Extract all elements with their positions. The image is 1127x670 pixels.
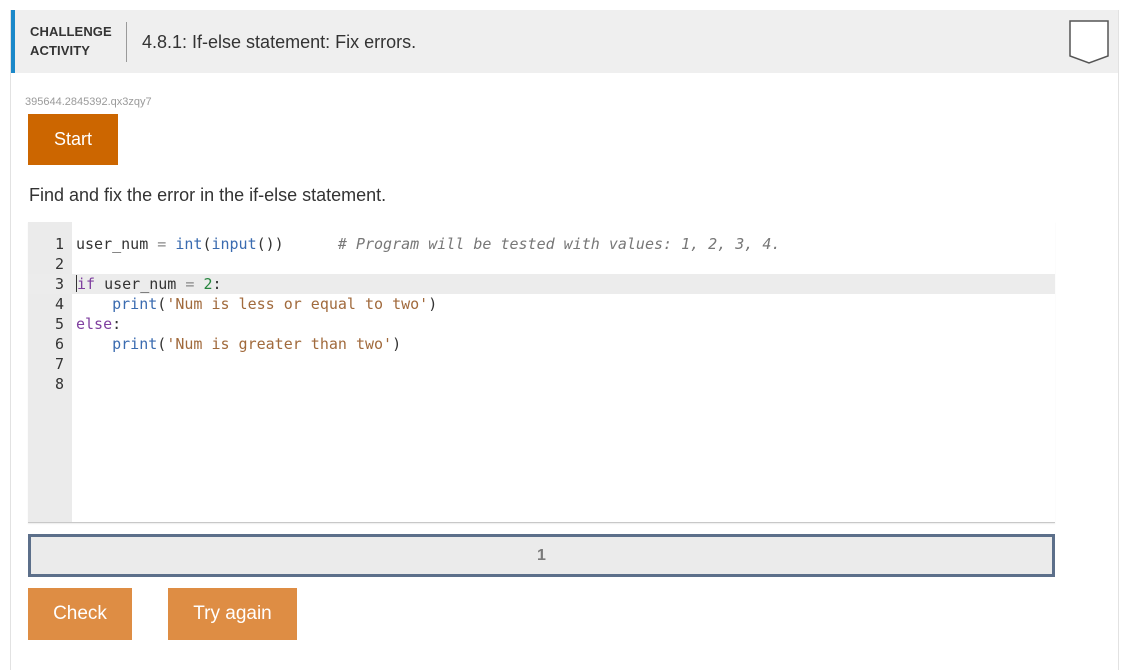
line-number: 7 (54, 355, 64, 373)
code-text[interactable]: print('Num is greater than two') (76, 334, 401, 354)
code-token: : (112, 315, 122, 333)
code-token: ) (428, 295, 438, 313)
code-token: : (212, 275, 222, 293)
code-token: ()) (256, 235, 284, 253)
check-button[interactable]: Check (28, 588, 132, 640)
line-number: 6 (54, 335, 64, 353)
code-line[interactable]: 7 (28, 354, 1055, 374)
code-token: 'Num is less or equal to two' (166, 295, 429, 313)
line-number: 5 (54, 315, 64, 333)
code-editor[interactable]: 1 user_num = int(input()) # Program will … (28, 222, 1055, 523)
line-number: 1 (54, 235, 64, 253)
code-token: ) (392, 335, 402, 353)
code-text[interactable]: print('Num is less or equal to two') (76, 294, 437, 314)
code-line[interactable]: 6 print('Num is greater than two') (28, 334, 1055, 354)
line-number: 8 (54, 375, 64, 393)
code-token: 'Num is greater than two' (166, 335, 393, 353)
code-token: int (175, 235, 203, 253)
code-text[interactable]: if user_num = 2: (76, 274, 222, 294)
code-token: user_num (76, 235, 158, 253)
start-button[interactable]: Start (28, 114, 118, 165)
activity-header: CHALLENGE ACTIVITY 4.8.1: If-else statem… (11, 10, 1118, 73)
activity-id: 395644.2845392.qx3zqy7 (25, 96, 152, 108)
code-token: = (157, 235, 167, 253)
activity-type-line1: CHALLENGE (30, 24, 112, 39)
code-token: print (112, 335, 158, 353)
try-again-button[interactable]: Try again (168, 588, 297, 640)
activity-type-line2: ACTIVITY (30, 43, 91, 58)
code-token: user_num (95, 275, 186, 293)
code-line[interactable]: 2 (28, 254, 1055, 274)
activity-title: 4.8.1: If-else statement: Fix errors. (142, 32, 417, 52)
code-text[interactable]: else: (76, 314, 121, 334)
challenge-activity-card: CHALLENGE ACTIVITY 4.8.1: If-else statem… (10, 10, 1119, 670)
code-line[interactable]: 5 else: (28, 314, 1055, 334)
instructions-text: Find and fix the error in the if-else st… (29, 185, 387, 205)
code-lines[interactable]: 1 user_num = int(input()) # Program will … (28, 234, 1055, 394)
completion-badge-icon (1069, 20, 1109, 64)
code-token: else (76, 315, 113, 333)
code-token: input (211, 235, 257, 253)
header-divider (126, 22, 127, 62)
code-token: ( (157, 335, 167, 353)
activity-type-label: CHALLENGE ACTIVITY (30, 22, 112, 60)
line-number: 2 (54, 255, 64, 273)
progress-segment: 1 (537, 547, 546, 564)
code-token: print (112, 295, 158, 313)
code-line[interactable]: 4 print('Num is less or equal to two') (28, 294, 1055, 314)
code-line[interactable]: 8 (28, 374, 1055, 394)
code-token: ( (157, 295, 167, 313)
code-text[interactable]: user_num = int(input()) # Program will b… (76, 234, 780, 254)
code-line[interactable]: 3 if user_num = 2: (28, 274, 1055, 294)
line-number: 4 (54, 295, 64, 313)
code-token: if (77, 275, 96, 293)
line-number: 3 (54, 275, 64, 293)
code-line[interactable]: 1 user_num = int(input()) # Program will … (28, 234, 1055, 254)
progress-bar: 1 (28, 534, 1055, 577)
code-token: # Program will be tested with values: 1,… (337, 235, 781, 253)
